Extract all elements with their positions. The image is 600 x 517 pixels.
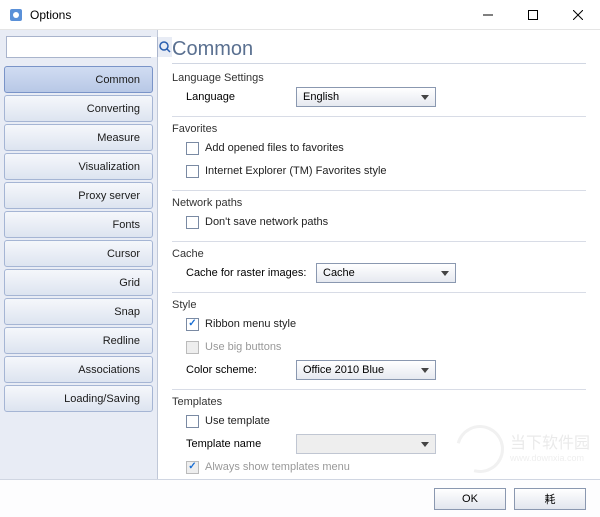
group-style: Style Ribbon menu style Use big buttons … (172, 299, 586, 390)
sidebar-item-label: Common (95, 74, 140, 86)
sidebar-item-proxy-server[interactable]: Proxy server (4, 182, 153, 209)
sidebar-item-label: Loading/Saving (64, 393, 140, 405)
dont-save-network-label: Don't save network paths (205, 216, 328, 228)
sidebar-item-grid[interactable]: Grid (4, 269, 153, 296)
big-buttons-label: Use big buttons (205, 341, 281, 353)
big-buttons-checkbox (186, 341, 199, 354)
close-button[interactable] (555, 0, 600, 30)
group-label-style: Style (172, 299, 586, 311)
group-language: Language Settings Language English (172, 72, 586, 117)
group-label-network: Network paths (172, 197, 586, 209)
ok-label: OK (462, 493, 478, 505)
maximize-button[interactable] (510, 0, 555, 30)
sidebar-item-measure[interactable]: Measure (4, 124, 153, 151)
minimize-button[interactable] (465, 0, 510, 30)
window-title: Options (30, 8, 465, 22)
group-label-templates: Templates (172, 396, 586, 408)
use-template-label: Use template (205, 415, 270, 427)
ribbon-menu-label: Ribbon menu style (205, 318, 296, 330)
sidebar-item-label: Converting (87, 103, 140, 115)
sidebar-item-fonts[interactable]: Fonts (4, 211, 153, 238)
sidebar-item-label: Visualization (78, 161, 140, 173)
color-scheme-label: Color scheme: (186, 364, 296, 376)
sidebar-item-label: Measure (97, 132, 140, 144)
sidebar-item-converting[interactable]: Converting (4, 95, 153, 122)
search-box (6, 36, 151, 58)
group-favorites: Favorites Add opened files to favorites … (172, 123, 586, 191)
page-title: Common (172, 38, 586, 64)
window-controls (465, 0, 600, 30)
language-value: English (303, 91, 339, 103)
cache-value: Cache (323, 267, 355, 279)
sidebar-item-label: Proxy server (78, 190, 140, 202)
always-show-templates-label: Always show templates menu (205, 461, 350, 473)
footer: OK 耗 (0, 479, 600, 517)
group-network: Network paths Don't save network paths (172, 197, 586, 242)
sidebar-item-label: Snap (114, 306, 140, 318)
add-opened-files-checkbox[interactable] (186, 142, 199, 155)
sidebar-item-redline[interactable]: Redline (4, 327, 153, 354)
search-input[interactable] (7, 37, 157, 57)
use-template-checkbox[interactable] (186, 415, 199, 428)
sidebar-item-visualization[interactable]: Visualization (4, 153, 153, 180)
sidebar-item-label: Redline (103, 335, 140, 347)
dont-save-network-checkbox[interactable] (186, 216, 199, 229)
group-label-favorites: Favorites (172, 123, 586, 135)
cache-label: Cache for raster images: (186, 267, 316, 279)
sidebar-item-label: Grid (119, 277, 140, 289)
color-scheme-value: Office 2010 Blue (303, 364, 384, 376)
language-select[interactable]: English (296, 87, 436, 107)
sidebar-item-cursor[interactable]: Cursor (4, 240, 153, 267)
cancel-label: 耗 (545, 491, 556, 507)
sidebar-item-label: Associations (78, 364, 140, 376)
sidebar-item-loading-saving[interactable]: Loading/Saving (4, 385, 153, 412)
ribbon-menu-checkbox[interactable] (186, 318, 199, 331)
ie-favorites-checkbox[interactable] (186, 165, 199, 178)
sidebar: Common Converting Measure Visualization Prox… (0, 30, 158, 479)
template-name-select (296, 434, 436, 454)
group-label-language: Language Settings (172, 72, 586, 84)
add-opened-files-label: Add opened files to favorites (205, 142, 344, 154)
group-templates: Templates Use template Template name Alw… (172, 396, 586, 479)
app-icon (8, 7, 24, 23)
sidebar-item-snap[interactable]: Snap (4, 298, 153, 325)
sidebar-item-common[interactable]: Common (4, 66, 153, 93)
sidebar-item-label: Cursor (107, 248, 140, 260)
cancel-button[interactable]: 耗 (514, 488, 586, 510)
sidebar-item-label: Fonts (112, 219, 140, 231)
template-name-label: Template name (186, 438, 296, 450)
group-cache: Cache Cache for raster images: Cache (172, 248, 586, 293)
sidebar-item-associations[interactable]: Associations (4, 356, 153, 383)
ie-favorites-label: Internet Explorer (TM) Favorites style (205, 165, 387, 177)
main-panel: Common Language Settings Language Englis… (158, 30, 600, 479)
always-show-templates-checkbox (186, 461, 199, 474)
cache-select[interactable]: Cache (316, 263, 456, 283)
ok-button[interactable]: OK (434, 488, 506, 510)
group-label-cache: Cache (172, 248, 586, 260)
titlebar: Options (0, 0, 600, 30)
color-scheme-select[interactable]: Office 2010 Blue (296, 360, 436, 380)
language-label: Language (186, 91, 296, 103)
